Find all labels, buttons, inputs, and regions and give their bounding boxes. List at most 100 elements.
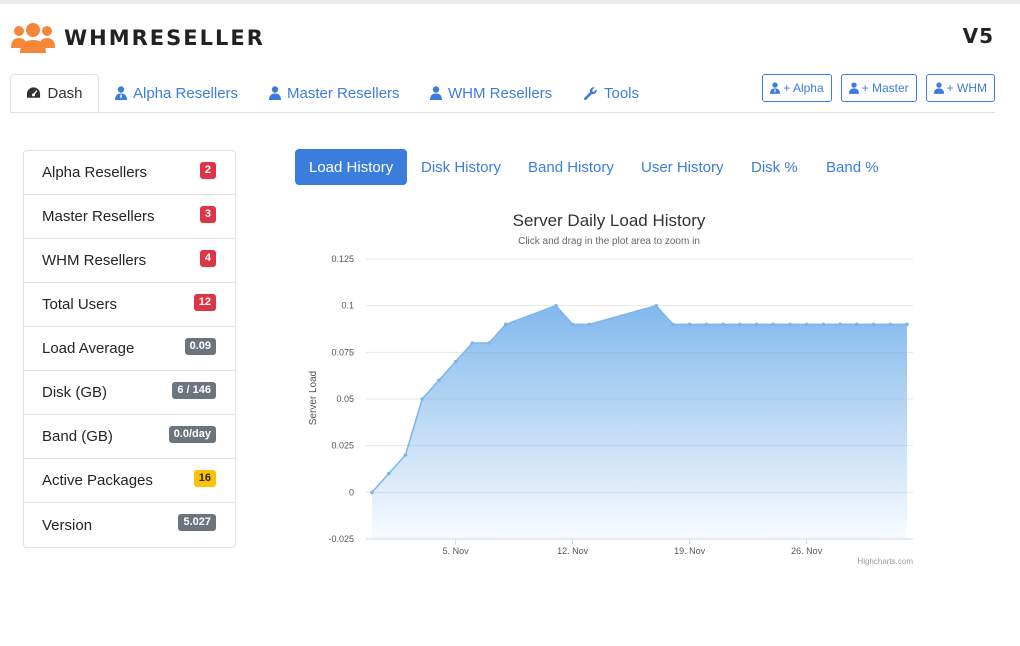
- y-tick-label: 0.1: [341, 301, 354, 311]
- tab-master-resellers[interactable]: Master Resellers: [269, 74, 400, 112]
- data-point[interactable]: [821, 322, 826, 327]
- stat-label: Disk (GB): [42, 384, 107, 401]
- stat-label: Total Users: [42, 296, 118, 313]
- stat-label: Alpha Resellers: [42, 164, 148, 181]
- tab-user-history[interactable]: User History: [641, 149, 724, 185]
- tab-band-history[interactable]: Band History: [528, 149, 614, 185]
- y-tick-label: 0.05: [336, 394, 354, 404]
- tab-label: Tools: [604, 84, 640, 102]
- tab-alpha-resellers[interactable]: Alpha Resellers: [115, 74, 238, 112]
- tab-band-percent[interactable]: Band %: [826, 149, 879, 185]
- data-point[interactable]: [554, 303, 558, 308]
- data-point[interactable]: [503, 322, 508, 327]
- tab-whm-resellers[interactable]: WHM Resellers: [430, 74, 552, 112]
- status-badge: 0.09: [184, 338, 216, 355]
- stat-master-resellers: Master Resellers 3: [24, 195, 235, 239]
- load-history-chart[interactable]: Server Daily Load History Click and drag…: [295, 200, 935, 580]
- stat-label: Load Average: [42, 340, 135, 357]
- chart-credit[interactable]: Highcharts.com: [857, 557, 913, 566]
- y-tick-label: 0: [349, 487, 354, 497]
- data-point[interactable]: [470, 341, 475, 345]
- chart-subtitle: Click and drag in the plot area to zoom …: [518, 236, 700, 247]
- users-logo-icon: [11, 23, 55, 53]
- stat-total-users: Total Users 12: [24, 283, 235, 327]
- data-point[interactable]: [487, 341, 491, 345]
- data-point[interactable]: [370, 490, 374, 495]
- data-point[interactable]: [437, 378, 441, 383]
- tab-dash[interactable]: Dash: [10, 74, 99, 112]
- data-point[interactable]: [704, 322, 709, 327]
- x-tick-label: 19. Nov: [674, 546, 706, 556]
- data-point[interactable]: [587, 322, 592, 327]
- data-point[interactable]: [888, 322, 893, 327]
- add-whm-button[interactable]: + WHM: [925, 74, 995, 102]
- add-alpha-label: + Alpha: [783, 81, 824, 95]
- stat-alpha-resellers: Alpha Resellers 2: [24, 151, 235, 195]
- user-icon: [430, 86, 442, 100]
- data-point[interactable]: [905, 322, 909, 327]
- user-tie-icon: [115, 86, 127, 100]
- stat-label: Band (GB): [42, 428, 113, 445]
- stats-list: Alpha Resellers 2 Master Resellers 3 WHM…: [23, 150, 236, 548]
- tab-disk-history[interactable]: Disk History: [421, 149, 501, 185]
- stat-band: Band (GB) 0.0/day: [24, 415, 235, 459]
- tab-disk-percent[interactable]: Disk %: [751, 149, 798, 185]
- data-point[interactable]: [771, 322, 776, 327]
- data-point[interactable]: [721, 322, 725, 327]
- tab-load-history[interactable]: Load History: [295, 149, 408, 185]
- data-point[interactable]: [871, 322, 876, 327]
- stat-whm-resellers: WHM Resellers 4: [24, 239, 235, 283]
- data-point[interactable]: [570, 322, 575, 327]
- data-point[interactable]: [420, 397, 424, 401]
- data-point[interactable]: [453, 359, 458, 364]
- stat-load-average: Load Average 0.09: [24, 327, 235, 371]
- status-badge: 6 / 146: [172, 382, 216, 399]
- chart-canvas[interactable]: Server Daily Load History Click and drag…: [295, 200, 935, 580]
- data-point[interactable]: [671, 322, 675, 327]
- add-master-label: + Master: [861, 81, 909, 95]
- y-tick-label: 0.075: [331, 347, 354, 357]
- data-point[interactable]: [654, 303, 659, 308]
- stat-label: Master Resellers: [42, 208, 155, 225]
- add-master-button[interactable]: + Master: [840, 74, 917, 102]
- user-icon: [269, 86, 281, 100]
- chart-title: Server Daily Load History: [513, 211, 706, 230]
- stat-label: Active Packages: [42, 472, 153, 489]
- data-point[interactable]: [838, 322, 842, 327]
- brand-logo[interactable]: WHMRESELLER: [10, 20, 265, 56]
- data-point[interactable]: [804, 322, 809, 327]
- stat-version: Version 5.027: [24, 503, 235, 547]
- data-point[interactable]: [788, 322, 792, 327]
- version-label: V5: [962, 24, 994, 48]
- stat-active-packages: Active Packages 16: [24, 459, 235, 503]
- y-tick-label: -0.025: [328, 534, 354, 544]
- user-tie-icon: [770, 82, 781, 94]
- user-icon: [933, 82, 944, 94]
- tab-label: Master Resellers: [287, 84, 400, 102]
- x-tick-label: 12. Nov: [557, 546, 589, 556]
- data-point[interactable]: [754, 322, 759, 327]
- status-badge: 12: [193, 294, 216, 311]
- y-tick-label: 0.025: [331, 441, 354, 451]
- x-tick-label: 5. Nov: [443, 546, 470, 556]
- status-badge: 5.027: [178, 514, 216, 531]
- wrench-icon: [583, 86, 598, 101]
- data-point[interactable]: [855, 322, 859, 327]
- status-badge: 0.0/day: [168, 426, 216, 443]
- dashboard-icon: [26, 86, 41, 100]
- tab-label: Alpha Resellers: [133, 84, 239, 102]
- stat-label: WHM Resellers: [42, 252, 147, 269]
- tab-tools[interactable]: Tools: [583, 74, 639, 112]
- brand-name: WHMRESELLER: [64, 26, 265, 50]
- status-badge: 3: [199, 206, 216, 223]
- tab-label: Dash: [47, 84, 83, 102]
- data-point[interactable]: [687, 322, 692, 327]
- data-point[interactable]: [403, 453, 408, 457]
- user-icon: [848, 82, 859, 94]
- add-alpha-button[interactable]: + Alpha: [762, 74, 832, 102]
- y-tick-label: 0.125: [331, 254, 354, 264]
- y-axis-label: Server Load: [308, 371, 319, 425]
- data-point[interactable]: [386, 471, 391, 476]
- data-point[interactable]: [738, 322, 742, 327]
- status-badge: 16: [193, 470, 216, 487]
